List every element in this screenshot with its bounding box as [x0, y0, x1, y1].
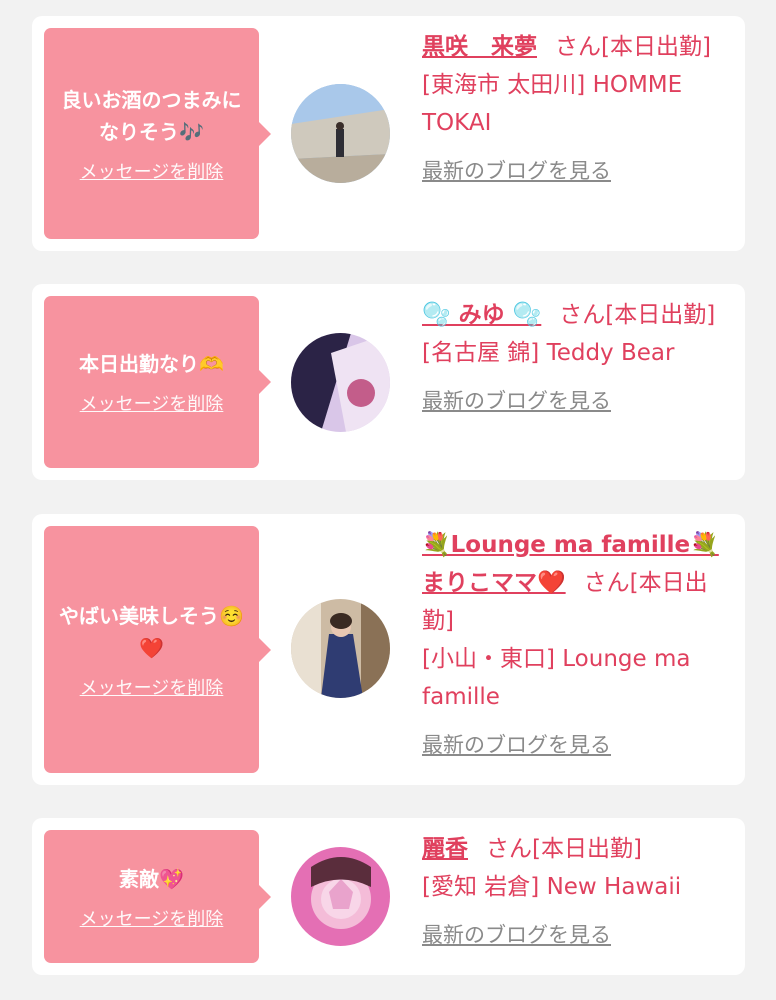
- status-text: さん[本日出勤]: [486, 836, 642, 862]
- message-card: 本日出勤なり🫶 メッセージを削除 🫧 みゆ 🫧 さん[本日出勤] [名古屋 錦] …: [32, 284, 745, 480]
- message-text: 本日出勤なり🫶: [79, 352, 224, 376]
- shop-location: [愛知 岩倉] New Hawaii: [422, 874, 682, 900]
- cast-info: 🫧 みゆ 🫧 さん[本日出勤] [名古屋 錦] Teddy Bear 最新のブログ…: [422, 296, 727, 420]
- avatar[interactable]: [291, 84, 390, 183]
- message-card: やばい美味しそう☺️❤️ メッセージを削除 💐Lounge ma famille…: [32, 514, 745, 785]
- avatar[interactable]: [291, 599, 390, 698]
- message-bubble: 素敵💖 メッセージを削除: [44, 830, 271, 963]
- message-text: 良いお酒のつまみになりそう🎶: [61, 87, 242, 144]
- message-list: 良いお酒のつまみになりそう🎶 メッセージを削除 黒咲 来夢 さん[本日出勤] [東…: [0, 0, 776, 1000]
- message-card: 良いお酒のつまみになりそう🎶 メッセージを削除 黒咲 来夢 さん[本日出勤] [東…: [32, 16, 745, 251]
- avatar[interactable]: [291, 847, 390, 946]
- message-bubble: やばい美味しそう☺️❤️ メッセージを削除: [44, 526, 271, 773]
- message-text: やばい美味しそう☺️❤️: [59, 603, 244, 660]
- cast-info: 麗香 さん[本日出勤] [愛知 岩倉] New Hawaii 最新のブログを見る: [422, 830, 727, 954]
- status-text: さん[本日出勤]: [555, 34, 711, 60]
- cast-name-link[interactable]: 🫧 みゆ 🫧: [422, 302, 541, 328]
- delete-message-link[interactable]: メッセージを削除: [80, 158, 224, 184]
- cast-info: 💐Lounge ma famille💐まりこママ❤️ さん[本日出勤] [小山・東…: [422, 526, 727, 764]
- message-text: 素敵💖: [119, 866, 184, 891]
- message-bubble: 良いお酒のつまみになりそう🎶 メッセージを削除: [44, 28, 271, 239]
- cast-name-link[interactable]: 麗香: [422, 836, 468, 862]
- cast-name-link[interactable]: 黒咲 来夢: [422, 34, 537, 60]
- status-text: さん[本日出勤]: [559, 302, 716, 328]
- delete-message-link[interactable]: メッセージを削除: [80, 674, 224, 700]
- message-bubble: 本日出勤なり🫶 メッセージを削除: [44, 296, 271, 468]
- latest-blog-link[interactable]: 最新のブログを見る: [422, 152, 611, 190]
- latest-blog-link[interactable]: 最新のブログを見る: [422, 726, 611, 764]
- shop-location: [小山・東口] Lounge ma famille: [422, 646, 691, 710]
- delete-message-link[interactable]: メッセージを削除: [80, 390, 224, 416]
- cast-info: 黒咲 来夢 さん[本日出勤] [東海市 太田川] HOMME TOKAI 最新のブ…: [422, 28, 727, 190]
- latest-blog-link[interactable]: 最新のブログを見る: [422, 382, 611, 420]
- message-card: 素敵💖 メッセージを削除 麗香 さん[本日出勤] [愛知 岩倉] New Hawa…: [32, 818, 745, 975]
- delete-message-link[interactable]: メッセージを削除: [80, 905, 224, 931]
- latest-blog-link[interactable]: 最新のブログを見る: [422, 916, 611, 954]
- avatar[interactable]: [291, 333, 390, 432]
- shop-location: [名古屋 錦] Teddy Bear: [422, 340, 675, 366]
- shop-location: [東海市 太田川] HOMME TOKAI: [422, 72, 683, 136]
